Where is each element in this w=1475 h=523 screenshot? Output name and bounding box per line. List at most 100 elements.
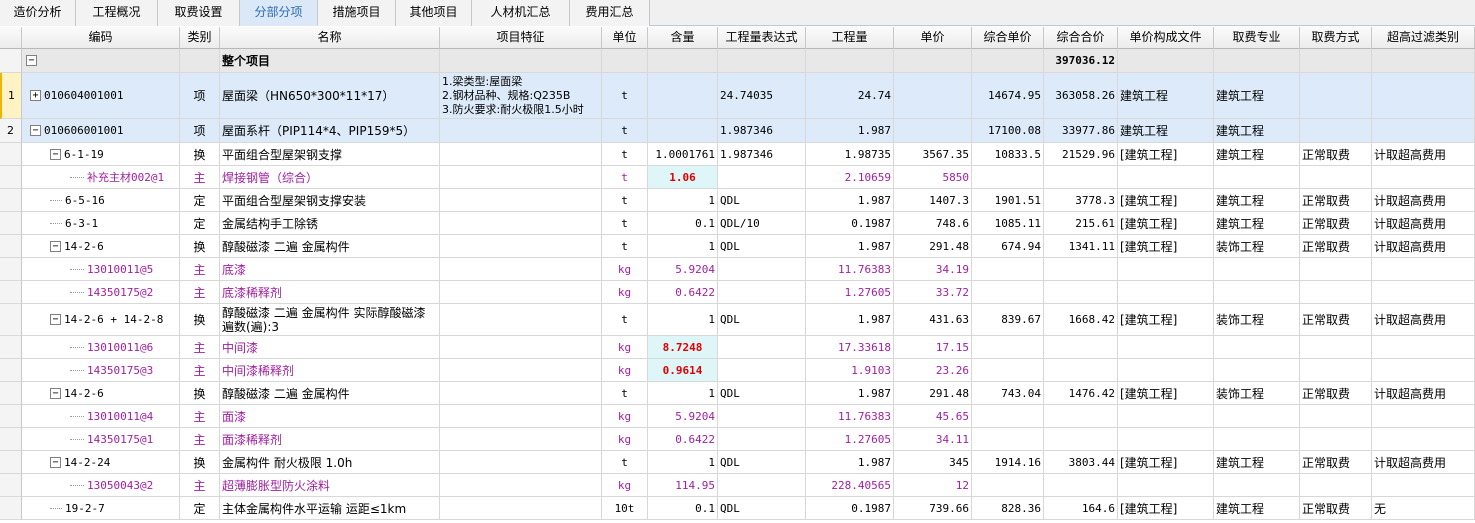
cell-name[interactable]: 主体金属构件水平运输 运距≤1km xyxy=(220,497,440,520)
cell-qty[interactable]: 1.9103 xyxy=(806,359,894,382)
row-number[interactable]: 2 xyxy=(0,119,22,143)
row-number[interactable] xyxy=(0,405,22,428)
cell-name[interactable]: 醇酸磁漆 二遍 金属构件 xyxy=(220,235,440,258)
cell-qty_content[interactable]: 114.95 xyxy=(648,474,718,497)
cell-filter[interactable] xyxy=(1372,166,1475,189)
cell-expr[interactable] xyxy=(718,258,806,281)
cell-comp_price[interactable] xyxy=(972,428,1044,451)
column-header-5[interactable]: 含量 xyxy=(648,27,718,49)
cell-method[interactable] xyxy=(1300,258,1372,281)
cell-major[interactable] xyxy=(1214,405,1300,428)
cell-feature[interactable] xyxy=(440,235,602,258)
cell-qty_content[interactable]: 1.06 xyxy=(648,166,718,189)
cell-feature[interactable] xyxy=(440,428,602,451)
cell-major[interactable] xyxy=(1214,336,1300,359)
cell-price[interactable]: 345 xyxy=(894,451,972,474)
cell-qty_content[interactable]: 0.6422 xyxy=(648,281,718,304)
cell-comp_price[interactable]: 1901.51 xyxy=(972,189,1044,212)
cell-expr[interactable]: QDL xyxy=(718,451,806,474)
cell-qty[interactable]: 0.1987 xyxy=(806,212,894,235)
cell-file[interactable] xyxy=(1118,474,1214,497)
cell-feature[interactable] xyxy=(440,258,602,281)
cell-comp_price[interactable] xyxy=(972,166,1044,189)
cell-unit[interactable]: kg xyxy=(602,336,648,359)
column-header-14[interactable]: 超高过滤类别 xyxy=(1372,27,1475,49)
cell-cat[interactable]: 主 xyxy=(180,405,220,428)
cell-qty_content[interactable]: 0.6422 xyxy=(648,428,718,451)
cell-comp_total[interactable]: 164.6 xyxy=(1044,497,1118,520)
cell-feature[interactable] xyxy=(440,189,602,212)
cell-filter[interactable]: 计取超高费用 xyxy=(1372,304,1475,336)
cell-feature[interactable] xyxy=(440,451,602,474)
cell-name[interactable]: 中间漆 xyxy=(220,336,440,359)
cell-major[interactable] xyxy=(1214,281,1300,304)
cell-name[interactable]: 面漆 xyxy=(220,405,440,428)
cell-expr[interactable] xyxy=(718,336,806,359)
column-header-11[interactable]: 单价构成文件 xyxy=(1118,27,1214,49)
cell-comp_total[interactable]: 215.61 xyxy=(1044,212,1118,235)
cell-qty_content[interactable]: 8.7248 xyxy=(648,336,718,359)
cell-file[interactable]: [建筑工程] xyxy=(1118,497,1214,520)
cell-feature[interactable]: 1.梁类型:屋面梁 2.钢材品种、规格:Q235B 3.防火要求:耐火极限1.5… xyxy=(440,73,602,119)
cell-name[interactable]: 屋面梁（HN650*300*11*17） xyxy=(220,73,440,119)
cell-comp_total[interactable] xyxy=(1044,281,1118,304)
cell-file[interactable]: [建筑工程] xyxy=(1118,451,1214,474)
cell-file[interactable] xyxy=(1118,166,1214,189)
cell-qty[interactable]: 24.74 xyxy=(806,73,894,119)
cell-feature[interactable] xyxy=(440,166,602,189)
cell-unit[interactable]: t xyxy=(602,304,648,336)
cell-cat[interactable]: 主 xyxy=(180,428,220,451)
tab-6[interactable]: 人材机汇总 xyxy=(472,0,570,26)
cell-comp_total[interactable]: 1341.11 xyxy=(1044,235,1118,258)
cell-file[interactable]: [建筑工程] xyxy=(1118,212,1214,235)
collapse-icon[interactable]: − xyxy=(50,387,61,399)
cell-filter[interactable] xyxy=(1372,405,1475,428)
cell-price[interactable]: 1407.3 xyxy=(894,189,972,212)
column-header-6[interactable]: 工程量表达式 xyxy=(718,27,806,49)
cell-method[interactable] xyxy=(1300,73,1372,119)
cell-major[interactable] xyxy=(1214,49,1300,73)
cell-method[interactable] xyxy=(1300,474,1372,497)
cell-code[interactable]: − xyxy=(22,49,180,73)
cell-comp_total[interactable]: 21529.96 xyxy=(1044,143,1118,166)
cell-comp_price[interactable]: 674.94 xyxy=(972,235,1044,258)
cell-comp_total[interactable] xyxy=(1044,359,1118,382)
cell-qty[interactable]: 1.987 xyxy=(806,451,894,474)
cell-price[interactable] xyxy=(894,119,972,143)
cell-filter[interactable] xyxy=(1372,73,1475,119)
cell-name[interactable]: 面漆稀释剂 xyxy=(220,428,440,451)
cell-filter[interactable]: 计取超高费用 xyxy=(1372,451,1475,474)
cell-name[interactable]: 平面组合型屋架钢支撑安装 xyxy=(220,189,440,212)
cell-comp_total[interactable]: 3803.44 xyxy=(1044,451,1118,474)
column-header-4[interactable]: 单位 xyxy=(602,27,648,49)
cell-qty_content[interactable] xyxy=(648,49,718,73)
collapse-icon[interactable]: − xyxy=(50,240,61,252)
cell-feature[interactable] xyxy=(440,382,602,405)
cell-name[interactable]: 中间漆稀释剂 xyxy=(220,359,440,382)
row-number[interactable] xyxy=(0,49,22,73)
cell-method[interactable] xyxy=(1300,405,1372,428)
column-header-7[interactable]: 工程量 xyxy=(806,27,894,49)
cell-filter[interactable] xyxy=(1372,336,1475,359)
row-number[interactable] xyxy=(0,235,22,258)
cell-feature[interactable] xyxy=(440,212,602,235)
cell-code[interactable]: −14-2-24 xyxy=(22,451,180,474)
cell-comp_price[interactable]: 743.04 xyxy=(972,382,1044,405)
cell-expr[interactable]: QDL/10 xyxy=(718,212,806,235)
cell-file[interactable] xyxy=(1118,258,1214,281)
cell-feature[interactable] xyxy=(440,119,602,143)
cell-filter[interactable]: 计取超高费用 xyxy=(1372,235,1475,258)
cell-feature[interactable] xyxy=(440,497,602,520)
cell-filter[interactable]: 计取超高费用 xyxy=(1372,189,1475,212)
cell-code[interactable]: −14-2-6 xyxy=(22,235,180,258)
cell-file[interactable] xyxy=(1118,359,1214,382)
cell-unit[interactable]: t xyxy=(602,143,648,166)
cell-cat[interactable]: 换 xyxy=(180,304,220,336)
tab-0[interactable]: 造价分析 xyxy=(0,0,76,26)
cell-qty_content[interactable]: 1 xyxy=(648,235,718,258)
column-header-1[interactable]: 类别 xyxy=(180,27,220,49)
cell-expr[interactable] xyxy=(718,405,806,428)
cell-comp_price[interactable] xyxy=(972,336,1044,359)
cell-filter[interactable] xyxy=(1372,281,1475,304)
cell-major[interactable]: 装饰工程 xyxy=(1214,235,1300,258)
